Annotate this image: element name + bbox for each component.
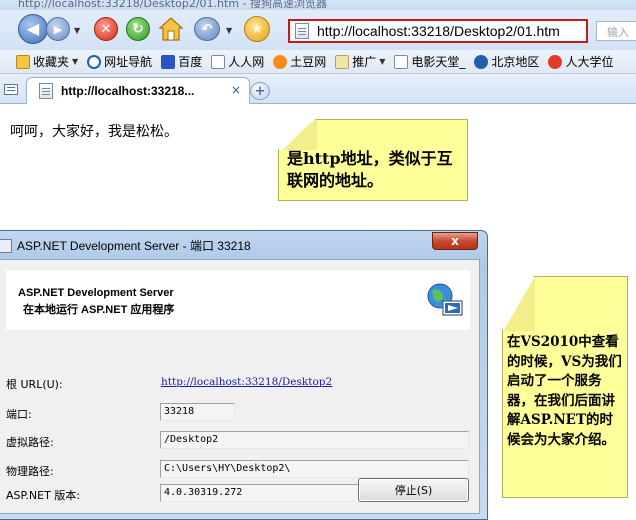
aspnet-version-label: ASP.NET 版本: xyxy=(6,489,81,502)
weibo-icon xyxy=(548,54,563,69)
annotation-note-server: 在VS2010中查看的时候，VS为我们启动了一个服务器，在我们后面讲解ASP.N… xyxy=(502,276,628,498)
root-url-label: 根 URL(U): xyxy=(6,378,63,391)
virtual-path-label: 虚拟路径: xyxy=(6,436,54,449)
undo-dropdown-icon[interactable]: ▼ xyxy=(226,26,232,35)
globe-icon xyxy=(427,283,463,316)
favorites-item-label: 人人网 xyxy=(228,55,265,69)
dialog-title: ASP.NET Development Server - 端口 33218 xyxy=(17,239,251,253)
back-arrow-icon: ◀ xyxy=(26,19,40,38)
favorites-item-tuiguang[interactable]: 推广 ▼ xyxy=(335,53,385,70)
port-field[interactable]: 33218 xyxy=(160,403,235,421)
favorites-item-label: 电影天堂_ xyxy=(411,55,466,69)
film-icon xyxy=(394,54,409,69)
stop-button-label: 停止(S) xyxy=(394,484,433,497)
favorites-item-label: 北京地区 xyxy=(491,55,540,69)
refresh-icon: ↻ xyxy=(132,21,144,37)
favorite-button[interactable]: ★ xyxy=(244,16,270,42)
tudou-icon xyxy=(273,54,288,69)
physical-path-field[interactable]: C:\Users\HY\Desktop2\ xyxy=(160,460,469,478)
sogou-icon xyxy=(87,54,102,69)
tab-bar: http://localhost:33218... × + xyxy=(0,74,636,104)
history-dropdown-icon[interactable]: ▼ xyxy=(74,26,80,35)
baidu-paw-icon xyxy=(161,54,176,69)
cnblogs-icon xyxy=(474,54,489,69)
stop-load-button[interactable]: ✕ xyxy=(94,17,118,41)
favorites-item-baidu[interactable]: 百度 xyxy=(161,53,202,70)
home-icon[interactable] xyxy=(158,16,184,42)
physical-path-label: 物理路径: xyxy=(6,465,54,478)
tab-close-icon[interactable]: × xyxy=(231,83,241,97)
folder-icon xyxy=(335,54,350,69)
favorites-item-nav[interactable]: 网址导航 xyxy=(87,53,152,70)
favorites-item-label: 土豆网 xyxy=(290,55,327,69)
close-x-icon: ✕ xyxy=(100,21,112,37)
favorites-item-label: 人大学位 xyxy=(565,55,614,69)
page-body-text: 呵呵，大家好，我是松松。 xyxy=(10,124,178,140)
undo-icon: ↶ xyxy=(201,21,213,37)
refresh-button[interactable]: ↻ xyxy=(126,17,150,41)
dialog-close-button[interactable]: x xyxy=(432,232,478,250)
dialog-body: ASP.NET Development Server 在本地运行 ASP.NET… xyxy=(0,259,480,514)
note-text: 在VS2010中查看的时候，VS为我们启动了一个服务器，在我们后面讲解ASP.N… xyxy=(507,334,622,448)
window-title: http://localhost:33218/Desktop2/01.htm -… xyxy=(18,0,328,10)
favorites-item-shoucangjia[interactable]: 收藏夹 ▼ xyxy=(16,53,78,70)
favorites-item-label: 百度 xyxy=(178,55,203,69)
favorites-bar: 收藏夹 ▼ 网址导航 百度 人人网 土豆网 推广 ▼ 电影天堂_ 北京地区 人大… xyxy=(0,50,636,74)
chevron-down-icon: ▼ xyxy=(72,57,79,66)
header-title: ASP.NET Development Server xyxy=(18,287,174,299)
dialog-header: ASP.NET Development Server 在本地运行 ASP.NET… xyxy=(6,270,470,330)
note-text: 是http地址，类似于互联网的地址。 xyxy=(287,149,453,190)
favorites-item-renda[interactable]: 人大学位 xyxy=(548,53,613,70)
forward-arrow-icon: ▶ xyxy=(53,22,63,36)
annotation-note-address: 是http地址，类似于互联网的地址。 xyxy=(278,119,468,201)
stop-server-button[interactable]: 停止(S) xyxy=(358,478,469,502)
close-icon: x xyxy=(451,234,459,248)
plus-icon: + xyxy=(254,83,266,99)
browser-title-bar: http://localhost:33218/Desktop2/01.htm -… xyxy=(0,0,636,10)
search-input[interactable]: 输入 xyxy=(596,21,636,41)
favorites-item-tudou[interactable]: 土豆网 xyxy=(273,53,326,70)
dev-server-dialog: ASP.NET Development Server - 端口 33218 x … xyxy=(0,230,488,520)
address-url[interactable]: http://localhost:33218/Desktop2/01.htm xyxy=(317,23,560,39)
favorites-item-label: 网址导航 xyxy=(104,55,153,69)
tab-menu-icon[interactable] xyxy=(4,84,18,95)
port-label: 端口: xyxy=(6,408,32,421)
header-subtitle: 在本地运行 ASP.NET 应用程序 xyxy=(23,304,175,316)
note-fold xyxy=(503,277,535,331)
undo-close-tab-button[interactable]: ↶ xyxy=(194,17,220,41)
favorites-item-label: 收藏夹 xyxy=(33,55,70,69)
chevron-down-icon: ▼ xyxy=(379,57,386,66)
tab-title: http://localhost:33218... xyxy=(61,84,195,98)
back-button[interactable]: ◀ xyxy=(18,14,48,44)
navigation-toolbar: ◀ ▶ ▼ ✕ ↻ ↶ ▼ ★ http://localhost:33218/D… xyxy=(0,10,636,50)
app-icon xyxy=(0,239,12,253)
virtual-path-field[interactable]: /Desktop2 xyxy=(160,431,469,449)
forward-button[interactable]: ▶ xyxy=(46,17,70,41)
address-bar[interactable]: http://localhost:33218/Desktop2/01.htm xyxy=(288,19,588,43)
page-icon xyxy=(39,83,53,99)
star-folder-icon xyxy=(16,54,30,69)
favorites-item-renren[interactable]: 人人网 xyxy=(211,53,264,70)
favorites-item-film[interactable]: 电影天堂_ xyxy=(394,53,465,70)
star-icon: ★ xyxy=(250,21,264,37)
search-placeholder: 输入 xyxy=(607,26,629,39)
tab-localhost[interactable]: http://localhost:33218... × xyxy=(26,77,250,104)
favorites-item-beijing[interactable]: 北京地区 xyxy=(474,53,539,70)
page-icon xyxy=(295,23,309,39)
page-icon xyxy=(211,54,226,69)
favorites-item-label: 推广 xyxy=(352,55,377,69)
root-url-link[interactable]: http://localhost:33218/Desktop2 xyxy=(161,376,332,388)
new-tab-button[interactable]: + xyxy=(250,82,270,100)
note-fold xyxy=(279,120,317,150)
